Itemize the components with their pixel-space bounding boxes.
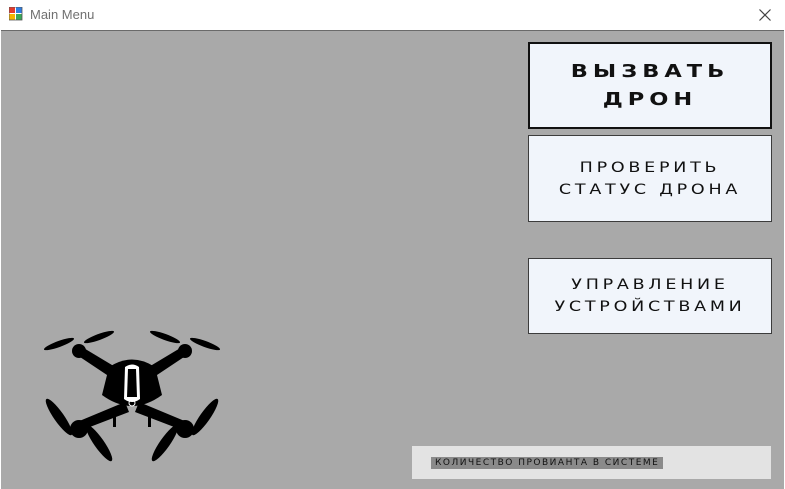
title-bar[interactable]: Main Menu (0, 0, 785, 30)
close-button[interactable] (751, 2, 779, 28)
drone-icon (43, 330, 221, 462)
call-drone-button[interactable]: Вызвать дрон (528, 42, 772, 129)
check-drone-status-label: Проверить статус дрона (558, 159, 742, 198)
close-icon (759, 9, 771, 21)
provision-status-panel: Количество провианта в системе (412, 446, 771, 479)
call-drone-label: Вызвать дрон (570, 60, 730, 110)
client-area: Вызвать дрон Проверить статус дрона Упра… (1, 30, 784, 489)
manage-devices-label: Управление устройствами (554, 277, 746, 315)
check-drone-status-button[interactable]: Проверить статус дрона (528, 135, 772, 222)
windows-form-icon (9, 7, 23, 21)
main-menu-window: Main Menu Вызвать дрон Проверить статус … (0, 0, 785, 489)
manage-devices-button[interactable]: Управление устройствами (528, 258, 772, 334)
window-title: Main Menu (30, 7, 95, 22)
provision-count-label: Количество провианта в системе (431, 457, 664, 469)
